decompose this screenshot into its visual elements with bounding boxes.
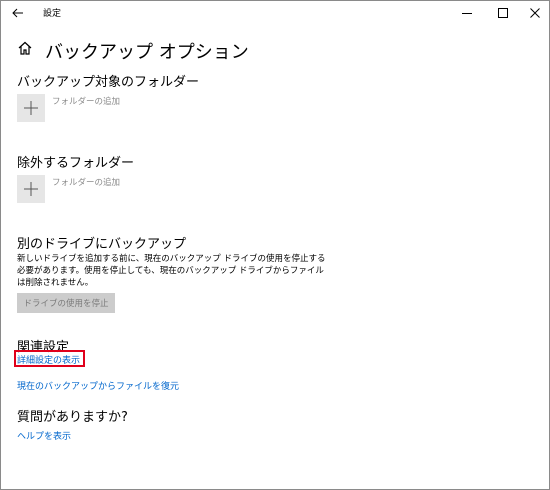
plus-icon xyxy=(24,182,38,196)
other-drive-description: 新しいドライブを追加する前に、現在のバックアップ ドライブの使用を停止する必要が… xyxy=(17,254,326,288)
backup-folders-heading: バックアップ対象のフォルダー xyxy=(17,75,200,90)
maximize-icon xyxy=(498,8,508,18)
maximize-button[interactable] xyxy=(489,3,517,23)
add-backup-folder-button[interactable] xyxy=(17,94,45,122)
page-title: バックアップ オプション xyxy=(45,42,249,63)
close-button[interactable] xyxy=(521,3,549,23)
settings-window: 設定 バックアップ オプション バックアップ対象のフォルダー フォルダーの追加 xyxy=(0,0,550,490)
home-icon xyxy=(18,41,32,55)
minimize-button[interactable] xyxy=(453,3,481,23)
add-exclude-folder-label[interactable]: フォルダーの追加 xyxy=(52,176,120,188)
minimize-icon xyxy=(462,13,472,14)
add-backup-folder-label[interactable]: フォルダーの追加 xyxy=(52,95,120,107)
exclude-folders-heading: 除外するフォルダー xyxy=(17,156,135,171)
restore-files-link[interactable]: 現在のバックアップからファイルを復元 xyxy=(17,379,179,392)
help-link[interactable]: ヘルプを表示 xyxy=(17,429,71,442)
plus-icon xyxy=(24,101,38,115)
question-heading: 質問がありますか? xyxy=(17,410,128,425)
add-exclude-folder-button[interactable] xyxy=(17,175,45,203)
stop-using-drive-button[interactable]: ドライブの使用を停止 xyxy=(17,293,115,313)
window-title: 設定 xyxy=(43,9,62,19)
home-button[interactable] xyxy=(16,39,34,57)
back-button[interactable] xyxy=(9,4,27,22)
close-icon xyxy=(530,8,540,18)
other-drive-heading: 別のドライブにバックアップ xyxy=(17,237,187,252)
title-bar: 設定 xyxy=(1,1,549,25)
advanced-settings-link[interactable]: 詳細設定の表示 xyxy=(17,353,80,366)
back-arrow-icon xyxy=(12,8,23,18)
